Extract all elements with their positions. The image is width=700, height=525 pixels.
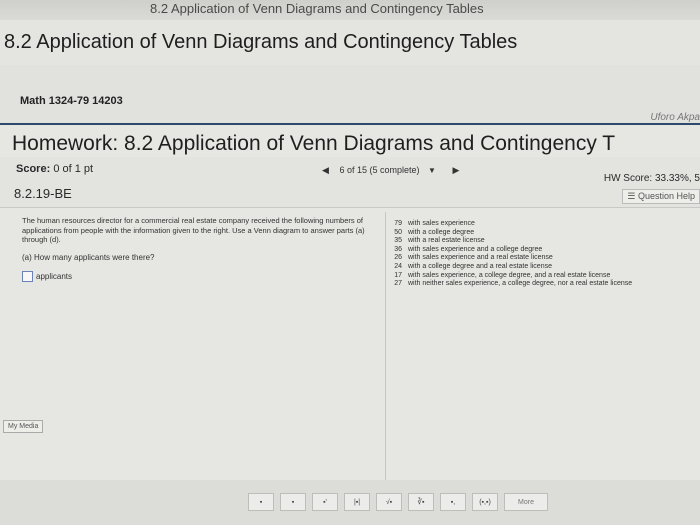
homework-title-row: Homework: 8.2 Application of Venn Diagra… — [0, 123, 700, 159]
list-item-count: 17 — [394, 271, 402, 279]
list-item-label: with neither sales experience, a college… — [408, 280, 633, 288]
ordered-pair-tool-button[interactable]: (▪,▪) — [472, 493, 498, 511]
list-item: 26 with sales experience and a real estat… — [393, 254, 632, 263]
problem-text: The human resources director for a comme… — [22, 216, 365, 244]
question-progress[interactable]: 6 of 15 (5 complete) — [339, 165, 419, 175]
previous-question-icon[interactable]: ◀ — [322, 165, 329, 175]
list-item-label: with sales experience, a college degree,… — [408, 271, 611, 279]
part-a-question: (a) How many applicants were there? — [22, 252, 155, 262]
square-root-tool-button[interactable]: √▪ — [376, 493, 402, 511]
user-name[interactable]: Uforo Akpa — [650, 112, 700, 123]
list-item-label: with a college degree — [408, 228, 475, 236]
page-header: 8.2 Application of Venn Diagrams and Con… — [0, 20, 700, 65]
page-title: 8.2 Application of Venn Diagrams and Con… — [4, 31, 518, 53]
list-icon: ☰ — [627, 191, 636, 201]
list-item: 17 with sales experience, a college degre… — [393, 272, 632, 281]
score-value: 0 of 1 pt — [53, 163, 94, 175]
question-help-button[interactable]: ☰ Question Help — [622, 189, 700, 204]
score-row: Score: 0 of 1 pt ◀ 6 of 15 (5 complete) … — [0, 157, 700, 184]
list-item-count: 26 — [394, 254, 402, 262]
list-item-label: with a real estate license — [408, 237, 485, 245]
question-help-label: Question Help — [637, 191, 695, 201]
answer-suffix: applicants — [36, 271, 73, 281]
list-item-count: 27 — [394, 280, 402, 288]
list-item-count: 50 — [394, 228, 402, 236]
list-item: 79 with sales experience — [393, 220, 632, 229]
question-navigator: ◀ 6 of 15 (5 complete) ▼ ▶ — [322, 165, 459, 176]
chevron-down-icon[interactable]: ▼ — [428, 166, 436, 175]
list-item-label: with sales experience and a real estate … — [408, 254, 553, 262]
list-item-count: 24 — [394, 262, 402, 270]
score: Score: 0 of 1 pt — [16, 163, 93, 175]
list-item: 50 with a college degree — [393, 229, 632, 238]
fraction-tool-button[interactable]: ▪ — [248, 493, 274, 511]
course-name: Math 1324-79 14203 — [20, 95, 123, 107]
data-pane: 79 with sales experience 50 with a college… — [393, 220, 632, 289]
list-item: 27 with neither sales experience, a colle… — [393, 280, 632, 289]
exponent-tool-button[interactable]: ▪' — [312, 493, 338, 511]
absolute-value-tool-button[interactable]: |▪| — [344, 493, 370, 511]
list-item-count: 36 — [394, 245, 402, 253]
list-item-label: with sales experience and a college degr… — [408, 245, 543, 253]
next-question-icon[interactable]: ▶ — [452, 165, 459, 175]
my-media-button[interactable]: My Media — [3, 420, 44, 433]
list-item: 24 with a college degree and a real estat… — [393, 263, 632, 272]
pane-divider — [385, 212, 386, 482]
score-label: Score: — [16, 163, 51, 175]
mixed-number-tool-button[interactable]: ▪ — [280, 493, 306, 511]
course-bar: Math 1324-79 14203 Uforo Akpa — [0, 65, 700, 123]
answer-input[interactable] — [22, 270, 33, 282]
nth-root-tool-button[interactable]: ∛▪ — [408, 493, 434, 511]
homework-title: Homework: 8.2 Application of Venn Diagra… — [12, 132, 616, 155]
list-item: 35 with a real estate license — [393, 237, 632, 246]
question-id-row: 8.2.19-BE ☰ Question Help — [0, 183, 700, 208]
math-toolbar: ▪ ▪ ▪' |▪| √▪ ∛▪ ▪, (▪,▪) More — [248, 493, 548, 511]
list-item: 36 with sales experience and a college de… — [393, 246, 632, 255]
more-tools-button[interactable]: More — [504, 493, 548, 511]
list-item-count: 79 — [394, 220, 402, 227]
question-id: 8.2.19-BE — [14, 186, 72, 201]
decimal-tool-button[interactable]: ▪, — [440, 493, 466, 511]
list-item-label: with sales experience — [408, 220, 475, 227]
list-item-count: 35 — [394, 237, 402, 245]
browser-tab-strip: 8.2 Application of Venn Diagrams and Con… — [0, 0, 700, 20]
problem-pane: The human resources director for a comme… — [22, 216, 378, 282]
answer-row: applicants — [22, 270, 378, 282]
browser-tab-title[interactable]: 8.2 Application of Venn Diagrams and Con… — [150, 1, 484, 16]
list-item-label: with a college degree and a real estate … — [408, 262, 552, 270]
